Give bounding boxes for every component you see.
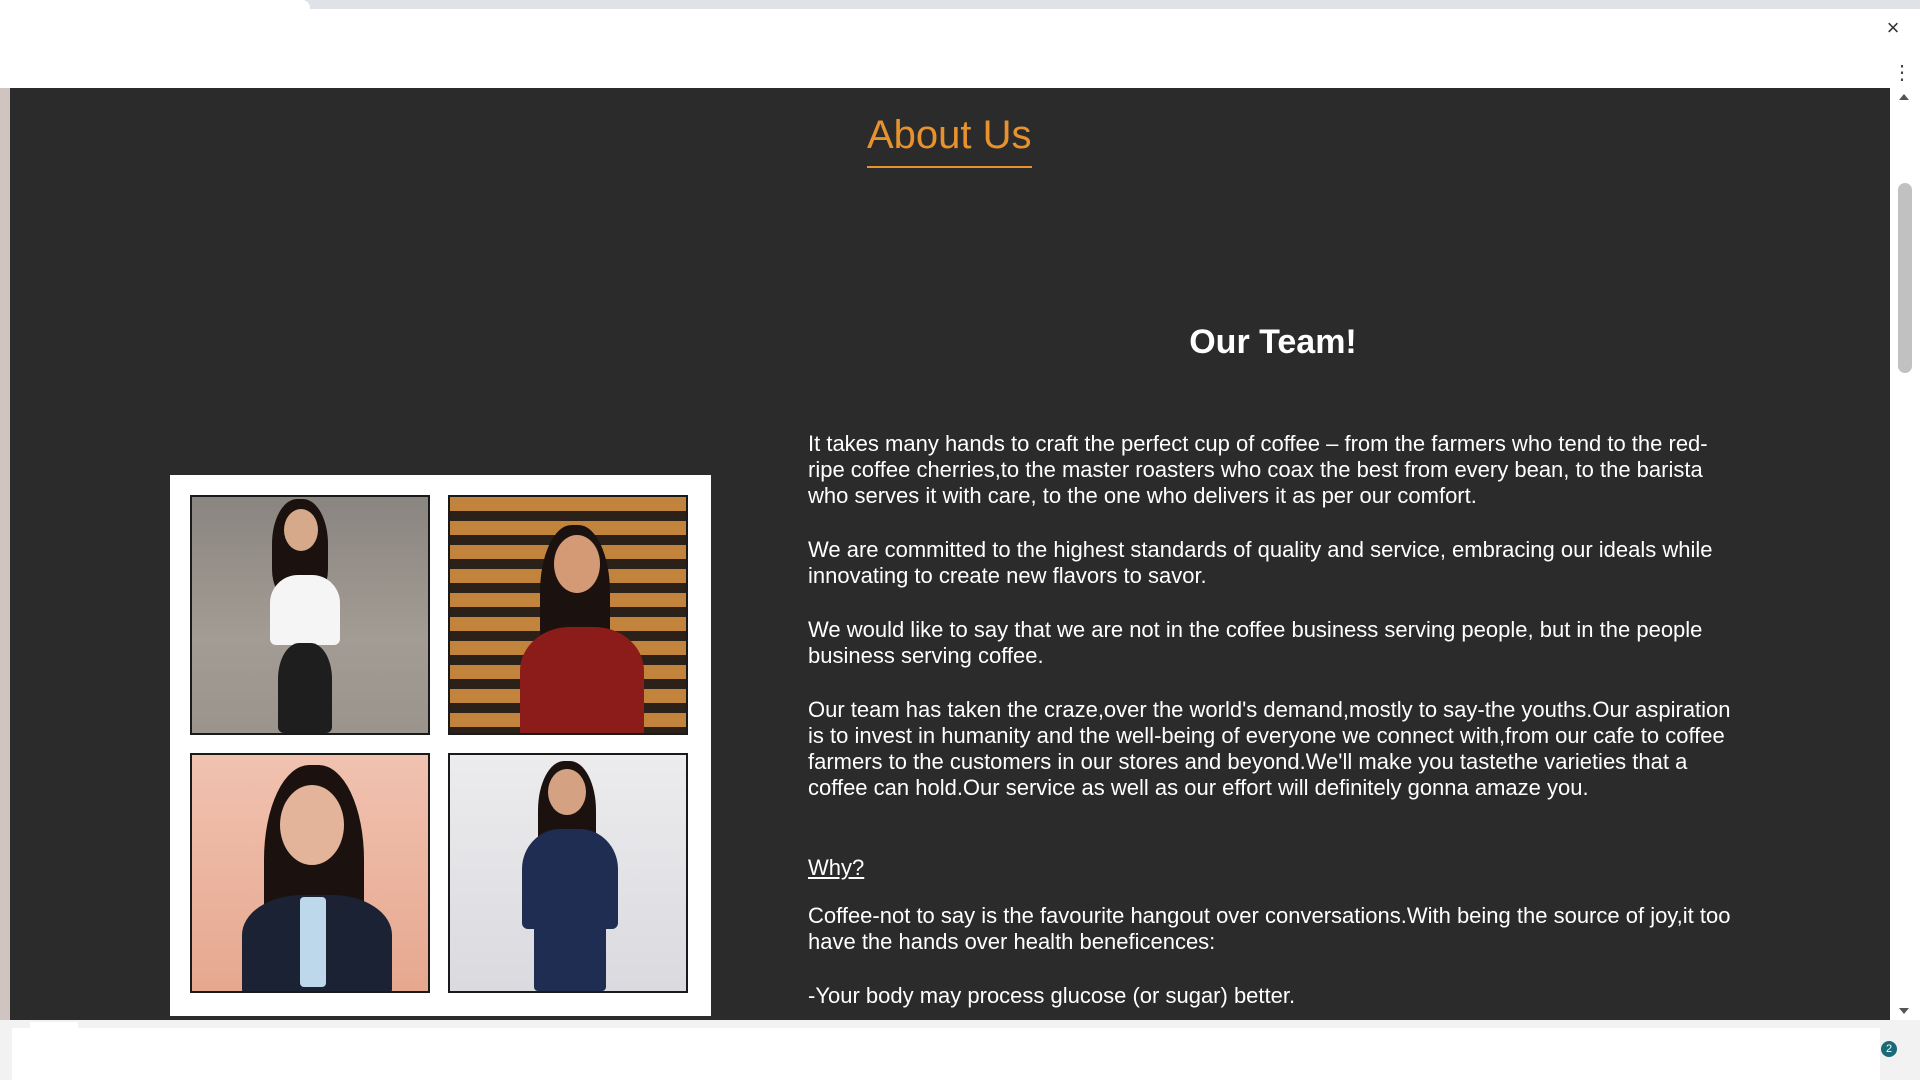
scroll-up-arrow-icon[interactable] xyxy=(1899,94,1909,100)
bottom-panel xyxy=(0,1020,1920,1080)
scrollbar-thumb[interactable] xyxy=(1898,183,1912,373)
team-member-photo-2 xyxy=(448,495,688,735)
team-heading: Our Team! xyxy=(1189,323,1357,361)
team-member-photo-3 xyxy=(190,753,430,993)
vertical-scrollbar[interactable] xyxy=(1890,88,1920,1020)
team-member-photo-4 xyxy=(448,753,688,993)
team-photo-collage xyxy=(170,475,711,1016)
more-menu-icon[interactable]: ⋮ xyxy=(1892,61,1912,85)
page-viewport: About Us Our Team! It takes many hands t… xyxy=(10,88,1890,1020)
team-paragraph-1: It takes many hands to craft the perfect… xyxy=(808,431,1708,508)
team-paragraph-4: Our team has taken the craze,over the wo… xyxy=(808,697,1731,800)
health-benefit-item: -Your body may process glucose (or sugar… xyxy=(808,983,1296,1008)
page-title: About Us xyxy=(867,110,1032,168)
window-left-edge xyxy=(0,88,10,1020)
bottom-panel-area xyxy=(12,1028,1880,1080)
tab-strip xyxy=(0,0,1920,9)
notification-badge[interactable]: 2 xyxy=(1881,1041,1897,1057)
close-icon[interactable]: × xyxy=(1882,17,1904,39)
team-member-photo-1 xyxy=(190,495,430,735)
browser-toolbar: × ⋮ xyxy=(0,9,1920,88)
bottom-panel-tab[interactable] xyxy=(30,1022,78,1030)
active-browser-tab[interactable] xyxy=(0,0,310,9)
why-paragraph: Coffee-not to say is the favourite hango… xyxy=(808,903,1731,954)
team-paragraph-2: We are committed to the highest standard… xyxy=(808,537,1713,588)
why-link[interactable]: Why? xyxy=(808,855,864,881)
team-paragraph-3: We would like to say that we are not in … xyxy=(808,617,1703,668)
scroll-down-arrow-icon[interactable] xyxy=(1899,1008,1909,1014)
